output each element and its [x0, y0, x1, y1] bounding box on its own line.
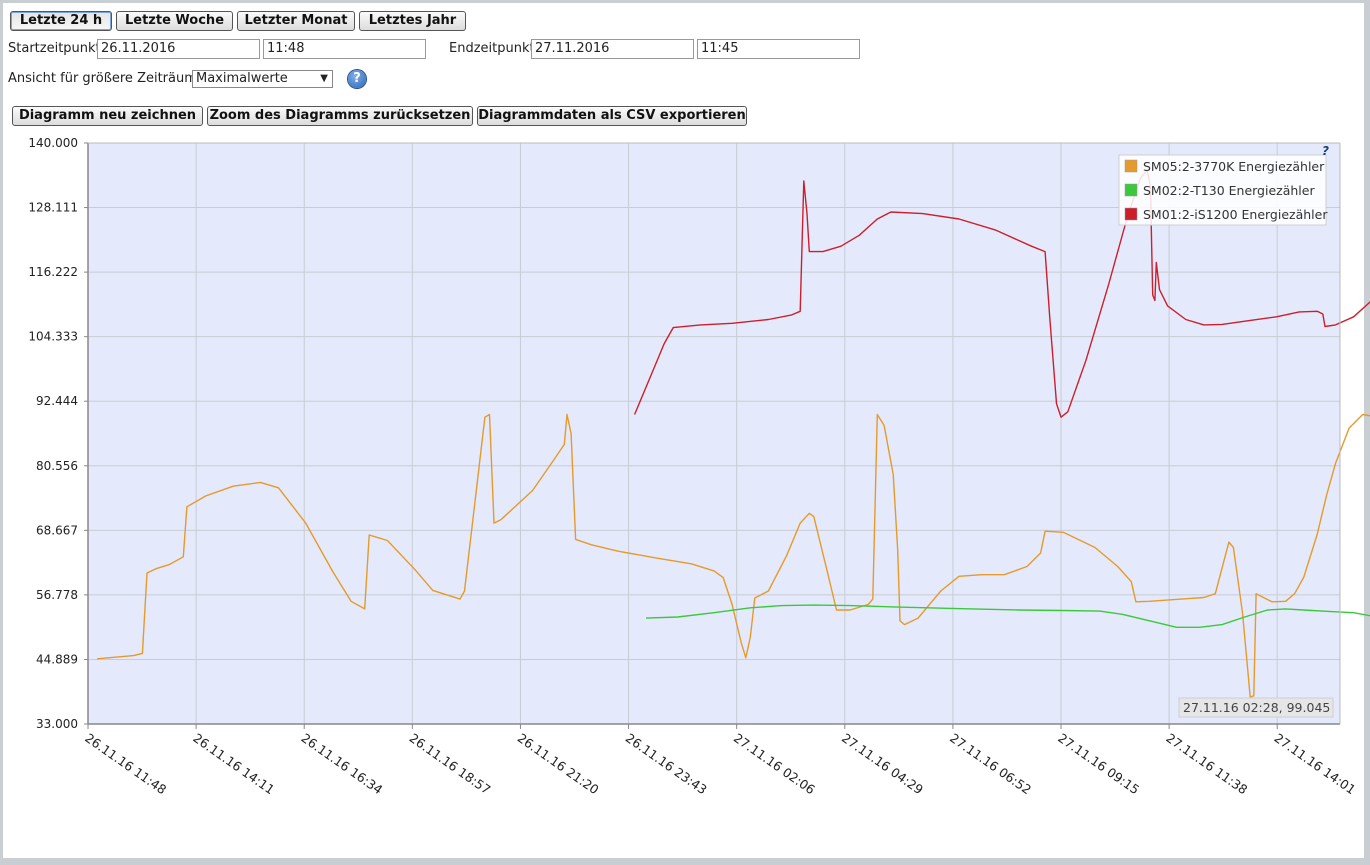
- y-tick-label: 56.778: [36, 588, 78, 602]
- y-tick-label: 92.444: [36, 394, 78, 408]
- legend-swatch: [1124, 183, 1138, 197]
- x-tick-label: 26.11.16 16:34: [299, 730, 386, 797]
- x-tick-label: 26.11.16 11:48: [82, 730, 169, 797]
- x-tick-label: 27.11.16 14:01: [1272, 730, 1359, 797]
- legend-label[interactable]: SM05:2-3770K Energiezähler: [1143, 159, 1325, 174]
- x-tick-label: 26.11.16 14:11: [190, 730, 277, 797]
- x-tick-label: 26.11.16 18:57: [407, 730, 494, 797]
- legend[interactable]: SM05:2-3770K Energiezähler SM02:2-T130 En…: [1118, 154, 1328, 226]
- y-tick-label: 116.222: [28, 265, 78, 279]
- x-tick-label: 27.11.16 09:15: [1055, 730, 1142, 797]
- y-tick-label: 128.111: [28, 201, 78, 215]
- x-tick-label: 27.11.16 04:29: [839, 730, 926, 797]
- legend-label[interactable]: SM01:2-iS1200 Energiezähler: [1143, 207, 1328, 222]
- y-tick-label: 140.000: [28, 136, 78, 150]
- y-axis-ticks: 33.000 44.889 56.778 68.667 80.556 92.444 104.…: [28, 136, 88, 731]
- tooltip-text: 27.11.16 02:28, 99.045: [1183, 700, 1330, 715]
- legend-swatch: [1124, 207, 1138, 221]
- x-tick-label: 27.11.16 02:06: [731, 730, 818, 797]
- legend-label[interactable]: SM02:2-T130 Energiezähler: [1143, 183, 1315, 198]
- chart-help-icon[interactable]: ?: [1322, 144, 1329, 158]
- y-tick-label: 68.667: [36, 523, 78, 537]
- legend-swatch: [1124, 159, 1138, 173]
- plot-area[interactable]: [88, 143, 1340, 724]
- x-tick-label: 26.11.16 23:43: [623, 730, 710, 797]
- x-tick-label: 27.11.16 11:38: [1163, 730, 1250, 797]
- y-tick-label: 104.333: [28, 330, 78, 344]
- y-tick-label: 44.889: [36, 652, 78, 666]
- y-tick-label: 80.556: [36, 459, 78, 473]
- x-axis-ticks: 26.11.16 11:48 26.11.16 14:11 26.11.16 16:…: [82, 724, 1358, 797]
- x-tick-label: 26.11.16 21:20: [515, 730, 602, 797]
- x-tick-label: 27.11.16 06:52: [947, 730, 1034, 797]
- y-tick-label: 33.000: [36, 717, 78, 731]
- energy-line-chart[interactable]: 33.000 44.889 56.778 68.667 80.556 92.444 104.…: [0, 0, 1370, 865]
- tooltip: 27.11.16 02:28, 99.045: [1178, 697, 1334, 718]
